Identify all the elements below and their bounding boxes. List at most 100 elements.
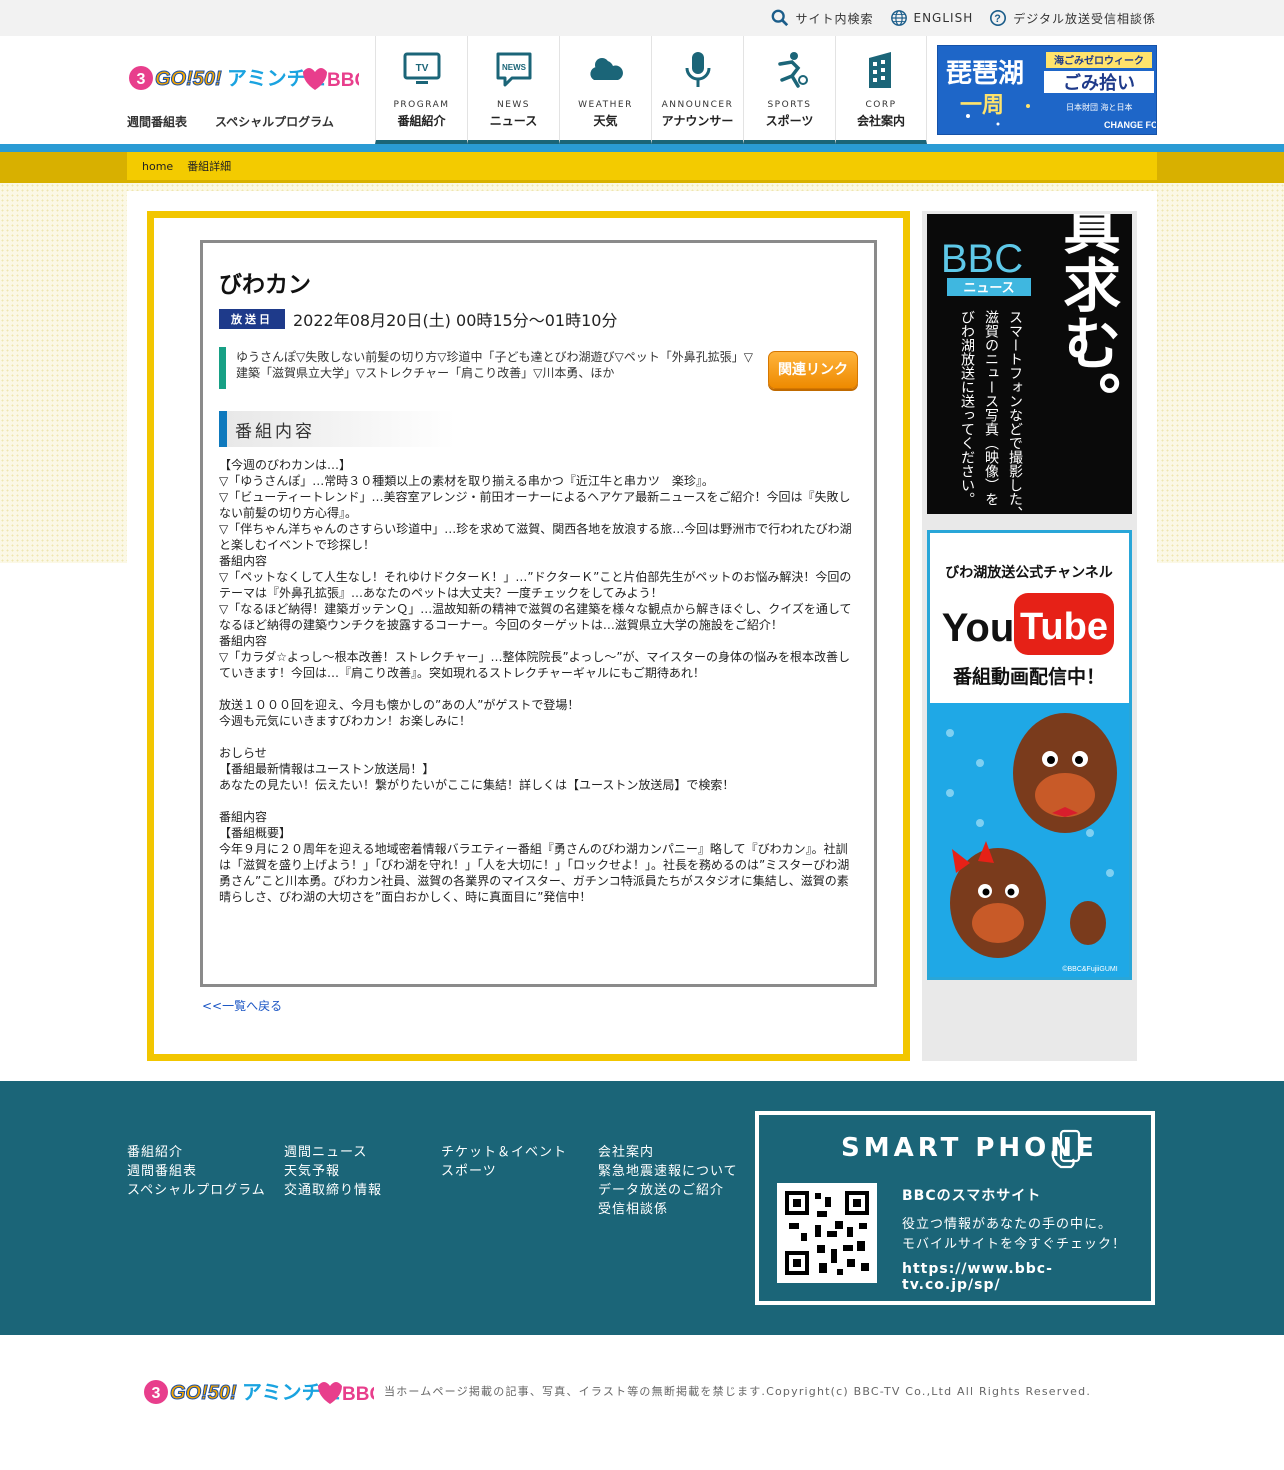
ad2-sub: 番組動画配信中！ [952, 665, 1105, 688]
global-navigation: TV PROGRAM 番組紹介 NEWS NEWS ニュース WEATHER 天… [375, 36, 927, 144]
youtube-ad-artwork: びわ湖放送公式チャンネル You Tube 番組動画配信中！ ©BBC&Fuji… [930, 533, 1129, 977]
nav-corp[interactable]: CORP 会社案内 [835, 36, 927, 144]
nav-announcer-ja: アナウンサー [661, 114, 734, 128]
nav-program[interactable]: TV PROGRAM 番組紹介 [375, 36, 467, 144]
nav-sports[interactable]: SPORTS スポーツ [743, 36, 835, 144]
nav-weather[interactable]: WEATHER 天気 [559, 36, 651, 144]
svg-text:GO!50!: GO!50! [170, 1382, 237, 1404]
nav-program-ja: 番組紹介 [397, 114, 446, 128]
footer-link-weather[interactable]: 天気予報 [284, 1162, 382, 1181]
footer-link-program[interactable]: 番組紹介 [127, 1143, 266, 1162]
bbc-logo-footer[interactable]: 3 GO!50! アミンチュ BBC [142, 1373, 374, 1407]
svg-text:BBC: BBC [327, 70, 359, 91]
banner-org: 日本財団 海と日本 [1066, 102, 1133, 112]
footer-link-traffic[interactable]: 交通取締り情報 [284, 1181, 382, 1200]
banner-title: ごみ拾い [1063, 72, 1135, 94]
air-date-row: 放送日 2022年08月20日(土) 00時15分～01時10分 [219, 307, 858, 331]
smartphone-box: SMART PHONE BBCのスマホサイト 役立つ情報があなたの手の中に。 モ… [755, 1111, 1155, 1305]
banner-line2: 一周 [960, 93, 1004, 118]
ad1-text2: 滋賀のニュース写真（映像）を [983, 310, 999, 506]
microphone-icon [685, 52, 710, 87]
english-label: ENGLISH [913, 11, 974, 25]
footer-col-1: 番組紹介 週間番組表 スペシャルプログラム [127, 1143, 266, 1200]
site-footer: 番組紹介 週間番組表 スペシャルプログラム 週間ニュース 天気予報 交通取締り情… [0, 1081, 1284, 1335]
section-heading: 番組内容 [219, 411, 455, 447]
globe-icon [890, 10, 907, 26]
ad1-headline: 写真求む。 [1053, 214, 1121, 429]
digital-consult-label: デジタル放送受信相談係 [1013, 11, 1156, 26]
ad2-tube: Tube [1020, 606, 1108, 648]
footer-link-sports[interactable]: スポーツ [441, 1162, 567, 1181]
breadcrumb-home[interactable]: home [142, 160, 173, 173]
news-photo-ad[interactable]: BBC ニュース 写真求む。 スマートフォンなどで撮影した、 滋賀のニュース写真… [927, 214, 1132, 514]
footer-col-3: チケット＆イベント スポーツ [441, 1143, 567, 1181]
summary-text: ゆうさんぽ▽失敗しない前髪の切り方▽珍道中「子ども達とびわ湖遊び▽ペット「外鼻孔… [236, 350, 753, 380]
ad1-logo-sub: ニュース [963, 281, 1014, 296]
news-photo-artwork: BBC ニュース 写真求む。 スマートフォンなどで撮影した、 滋賀のニュース写真… [927, 214, 1132, 514]
smartphone-subtitle: BBCのスマホサイト [902, 1188, 1042, 1204]
bbc-logo[interactable]: 3 GO!50! アミンチュ BBC [127, 58, 359, 94]
weekly-schedule-link[interactable]: 週間番組表 [127, 113, 187, 130]
cloud-icon [589, 58, 623, 80]
nav-corp-en: CORP [865, 100, 897, 110]
footer-link-weekly-schedule[interactable]: 週間番組表 [127, 1162, 266, 1181]
nav-weather-en: WEATHER [578, 100, 633, 110]
program-summary: ゆうさんぽ▽失敗しない前髪の切り方▽珍道中「子ども達とびわ湖遊び▽ペット「外鼻孔… [219, 347, 858, 389]
footer-col-4: 会社案内 緊急地震速報について データ放送のご紹介 受信相談係 [598, 1143, 738, 1219]
site-search-link[interactable]: サイト内検索 [771, 9, 873, 27]
program-title: びわカン [219, 272, 311, 298]
svg-text:?: ? [994, 13, 1002, 25]
nav-announcer-en: ANNOUNCER [661, 100, 734, 110]
building-icon [869, 52, 891, 88]
ad2-credit: ©BBC&FujiiGUMI [1062, 965, 1117, 973]
smartphone-desc: 役立つ情報があなたの手の中に。 モバイルサイトを今すぐチェック！ [902, 1215, 1126, 1255]
digital-consult-link[interactable]: ? デジタル放送受信相談係 [989, 9, 1156, 27]
lake-cleanup-banner[interactable]: 琵琶湖 一周 海ごみゼロウィーク ごみ拾い 日本財団 海と日本 CHANGE F… [937, 45, 1157, 135]
nav-news-en: NEWS [496, 100, 531, 110]
svg-text:GO!50!: GO!50! [155, 68, 222, 90]
breadcrumb-band: home 番組詳細 [0, 144, 1284, 183]
special-program-link[interactable]: スペシャルプログラム [215, 113, 334, 130]
breadcrumb: home 番組詳細 [127, 152, 1157, 180]
sub-navigation: 週間番組表 スペシャルプログラム [127, 113, 334, 130]
footer-link-earthquake[interactable]: 緊急地震速報について [598, 1162, 738, 1181]
program-body: 【今週のびわカンは…】 ▽「ゆうさんぽ」…常時３０種類以上の素材を取り揃える串か… [219, 458, 852, 904]
banner-tag: 海ごみゼロウィーク [1054, 54, 1144, 67]
nav-announcer[interactable]: ANNOUNCER アナウンサー [651, 36, 743, 144]
lake-cleanup-artwork: 琵琶湖 一周 海ごみゼロウィーク ごみ拾い 日本財団 海と日本 CHANGE F… [938, 46, 1156, 134]
footer-link-corp[interactable]: 会社案内 [598, 1143, 738, 1162]
breadcrumb-current: 番組詳細 [187, 160, 232, 173]
english-link[interactable]: ENGLISH [890, 9, 974, 27]
footer-link-reception[interactable]: 受信相談係 [598, 1200, 738, 1219]
smartphone-desc-1: 役立つ情報があなたの手の中に。 [902, 1217, 1113, 1232]
youtube-channel-ad[interactable]: びわ湖放送公式チャンネル You Tube 番組動画配信中！ ©BBC&Fuji… [927, 530, 1132, 980]
copyright-text: 当ホームページ掲載の記事、写真、イラスト等の無断掲載を禁じます.Copyrigh… [384, 1385, 1092, 1398]
smartphone-url-link[interactable]: https://www.bbc-tv.co.jp/sp/ [902, 1261, 1151, 1293]
ad2-you: You [942, 606, 1015, 650]
nav-sports-en: SPORTS [767, 100, 812, 110]
news-icon: NEWS [496, 52, 531, 87]
program-frame: びわカン 放送日 2022年08月20日(土) 00時15分～01時10分 ゆう… [147, 211, 910, 1061]
site-search-label: サイト内検索 [795, 11, 874, 26]
ad2-top: びわ湖放送公式チャンネル [945, 564, 1113, 581]
svg-text:BBC: BBC [342, 1384, 374, 1405]
nav-corp-ja: 会社案内 [856, 114, 905, 128]
back-to-list-link[interactable]: <<一覧へ戻る [202, 997, 282, 1014]
footer-link-special[interactable]: スペシャルプログラム [127, 1181, 266, 1200]
nav-weather-ja: 天気 [593, 114, 618, 128]
air-date-badge: 放送日 [219, 309, 285, 329]
nav-news[interactable]: NEWS NEWS ニュース [467, 36, 559, 144]
footer-link-tickets[interactable]: チケット＆イベント [441, 1143, 567, 1162]
related-link-button[interactable]: 関連リンク [768, 351, 858, 389]
footer-link-weekly-news[interactable]: 週間ニュース [284, 1143, 382, 1162]
air-date-value: 2022年08月20日(土) 00時15分～01時10分 [293, 311, 618, 330]
footer-link-data-broadcast[interactable]: データ放送のご紹介 [598, 1181, 738, 1200]
banner-line1: 琵琶湖 [946, 59, 1024, 89]
content-area: びわカン 放送日 2022年08月20日(土) 00時15分～01時10分 ゆう… [127, 191, 1157, 1081]
footer-col-2: 週間ニュース 天気予報 交通取締り情報 [284, 1143, 382, 1200]
site-header: 3 GO!50! アミンチュ BBC 週間番組表 スペシャルプログラム TV P… [0, 36, 1284, 144]
nav-sports-ja: スポーツ [765, 114, 814, 128]
qr-code[interactable] [777, 1183, 877, 1283]
sidebar: BBC ニュース 写真求む。 スマートフォンなどで撮影した、 滋賀のニュース写真… [922, 211, 1137, 1061]
nav-news-ja: ニュース [489, 114, 538, 128]
